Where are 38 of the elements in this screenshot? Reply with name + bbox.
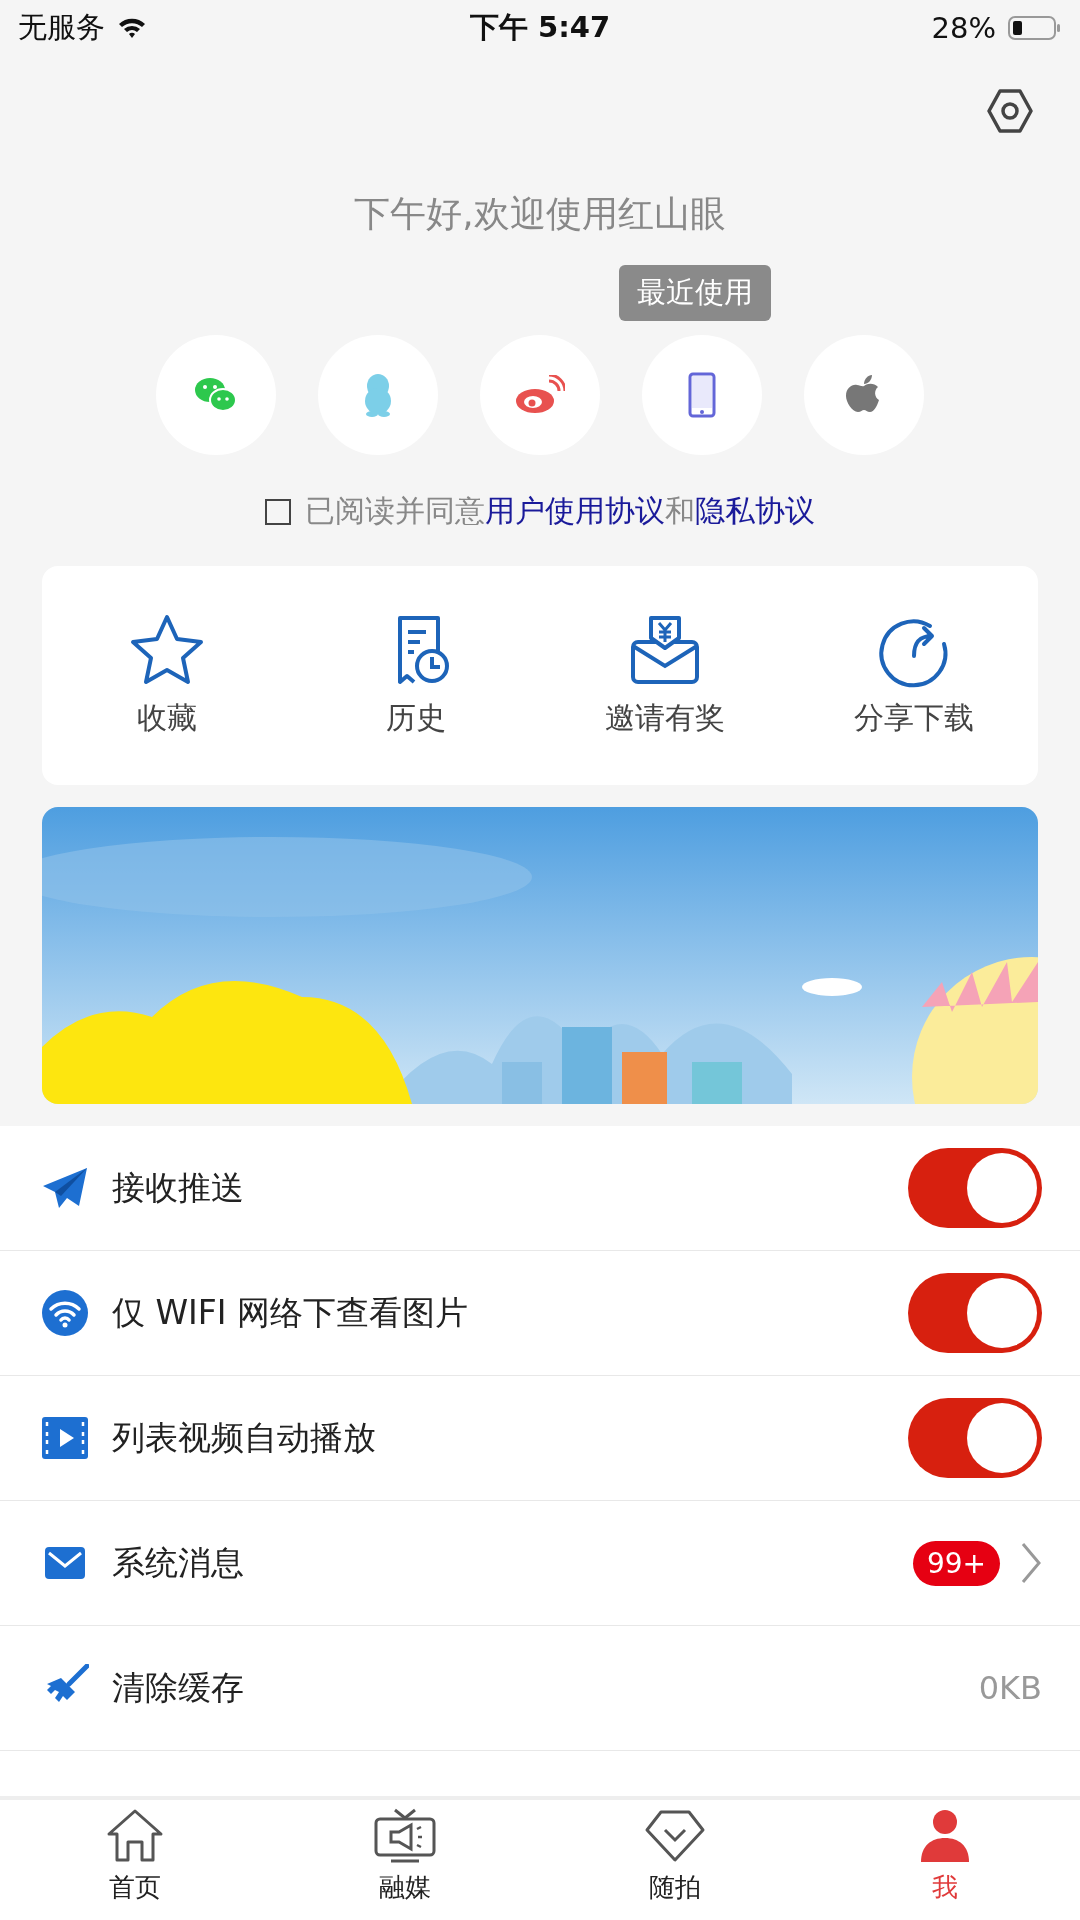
greeting-text: 下午好,欢迎使用红山眼	[354, 192, 726, 236]
quick-action-button[interactable]: 历史	[315, 611, 516, 740]
status-time: 下午 5:47	[469, 8, 611, 46]
tab-bar-item[interactable]: 随拍	[575, 1800, 775, 1920]
battery-icon	[1008, 14, 1062, 41]
phone-icon	[688, 372, 716, 418]
count-badge: 99+	[912, 1540, 1000, 1586]
wifi-icon	[41, 1289, 89, 1337]
recent-tooltip: 最近使用	[619, 265, 771, 321]
quick-action-button[interactable]: 邀请有奖	[564, 611, 765, 740]
setting-label: 清除缓存	[112, 1666, 245, 1709]
setting-label: 仅 WIFI 网络下查看图片	[112, 1291, 470, 1334]
tv-megaphone-icon	[373, 1808, 437, 1864]
privacy-policy-link[interactable]: 隐私协议	[695, 491, 815, 532]
setting-label: 接收推送	[112, 1166, 245, 1209]
tab-bar-item[interactable]: 融媒	[305, 1800, 505, 1920]
quick-action-button[interactable]: 分享下载	[813, 611, 1014, 740]
agree-checkbox[interactable]	[265, 498, 291, 525]
mail-icon	[43, 1545, 87, 1581]
video-play-icon	[41, 1414, 89, 1462]
home-icon	[105, 1808, 165, 1864]
chevron-right-icon[interactable]	[1020, 1541, 1042, 1585]
quick-action-button[interactable]: 收藏	[66, 611, 267, 740]
user-agreement-link[interactable]: 用户使用协议	[485, 491, 665, 532]
agreement-text: 已阅读并同意	[305, 492, 485, 530]
battery-percent: 28%	[931, 10, 996, 45]
tab-bar-item[interactable]: 首页	[35, 1800, 235, 1920]
agreement-and-text: 和	[665, 492, 695, 530]
eye-logo-icon	[515, 375, 565, 415]
cache-size-text: 0KB	[978, 1669, 1042, 1707]
penguin-icon	[362, 373, 394, 417]
carrier-text: 无服务	[18, 8, 105, 46]
diamond-chevron-icon	[643, 1808, 707, 1864]
setting-label: 系统消息	[112, 1541, 245, 1584]
setting-label: 列表视频自动播放	[112, 1416, 377, 1459]
tab-bar-item[interactable]: 我	[845, 1800, 1045, 1920]
paper-plane-icon	[41, 1166, 89, 1210]
settings-icon[interactable]	[986, 87, 1034, 135]
